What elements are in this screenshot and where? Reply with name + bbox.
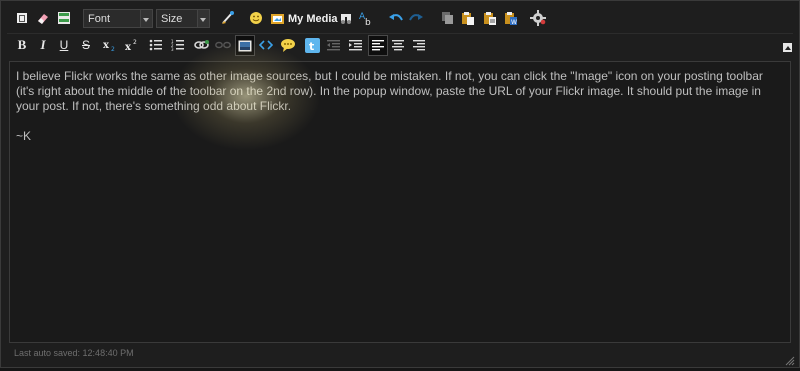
- smiley-icon[interactable]: [247, 9, 265, 27]
- svg-text:x: x: [125, 42, 132, 52]
- redo-icon[interactable]: [407, 9, 425, 27]
- source-icon[interactable]: [13, 9, 31, 27]
- align-center-icon[interactable]: [389, 36, 407, 54]
- svg-text:x: x: [103, 40, 110, 51]
- settings-icon[interactable]: [529, 9, 547, 27]
- bullet-list-icon[interactable]: [147, 36, 165, 54]
- toolbar-divider: [7, 33, 793, 34]
- size-select[interactable]: Size: [156, 9, 210, 28]
- template-icon[interactable]: [55, 9, 73, 27]
- paint-icon[interactable]: [219, 9, 237, 27]
- copy-icon[interactable]: [439, 9, 457, 27]
- strikethrough-icon[interactable]: S: [77, 36, 95, 54]
- my-media-icon: [271, 13, 284, 24]
- italic-icon[interactable]: I: [34, 36, 52, 54]
- align-left-icon[interactable]: [368, 35, 388, 56]
- toolbar-row-1: Font Size My Media Ab W: [7, 8, 793, 30]
- auto-save-status: Last auto saved: 12:48:40 PM: [14, 348, 134, 358]
- toolbar-row-2: B I U S x2 x2 123 t: [7, 35, 793, 57]
- svg-text:3: 3: [171, 47, 174, 51]
- svg-text:b: b: [365, 18, 371, 26]
- superscript-icon[interactable]: x2: [123, 36, 141, 54]
- font-select-label: Font: [88, 13, 111, 25]
- content-signature: ~K: [16, 129, 32, 143]
- svg-text:2: 2: [133, 39, 137, 46]
- numbered-list-icon[interactable]: 123: [169, 36, 187, 54]
- align-right-icon[interactable]: [410, 36, 428, 54]
- outdent-icon[interactable]: [325, 36, 343, 54]
- svg-text:2: 2: [111, 46, 115, 52]
- code-icon[interactable]: [257, 36, 275, 54]
- chevron-down-icon: [140, 10, 152, 27]
- resize-grip-icon[interactable]: [785, 353, 795, 366]
- paste-icon[interactable]: [459, 9, 477, 27]
- subscript-icon[interactable]: x2: [101, 36, 119, 54]
- eraser-icon[interactable]: [34, 9, 52, 27]
- replace-icon[interactable]: Ab: [357, 9, 375, 27]
- editor-content-area[interactable]: I believe Flickr works the same as other…: [9, 61, 791, 343]
- paste-word-icon[interactable]: W: [502, 9, 520, 27]
- size-select-label: Size: [161, 13, 183, 25]
- unlink-icon[interactable]: [214, 36, 232, 54]
- bold-icon[interactable]: B: [13, 36, 31, 54]
- image-icon[interactable]: [235, 35, 255, 56]
- font-select[interactable]: Font: [83, 9, 153, 28]
- link-icon[interactable]: [193, 36, 211, 54]
- my-media-label: My Media: [288, 12, 338, 25]
- collapse-toolbar-button[interactable]: [783, 43, 792, 52]
- undo-icon[interactable]: [387, 9, 405, 27]
- content-paragraph: I believe Flickr works the same as other…: [16, 69, 763, 113]
- twitter-icon[interactable]: t: [303, 36, 321, 54]
- my-media-button[interactable]: My Media: [271, 9, 338, 28]
- rich-text-editor: Font Size My Media Ab W B I U S x 2 x 2 …: [0, 0, 800, 368]
- svg-text:t: t: [309, 40, 314, 53]
- svg-text:W: W: [511, 19, 517, 25]
- paste-text-icon[interactable]: [481, 9, 499, 27]
- chevron-down-icon: [197, 10, 209, 27]
- quote-icon[interactable]: [279, 36, 297, 54]
- find-icon[interactable]: [337, 9, 355, 27]
- indent-icon[interactable]: [347, 36, 365, 54]
- underline-icon[interactable]: U: [55, 36, 73, 54]
